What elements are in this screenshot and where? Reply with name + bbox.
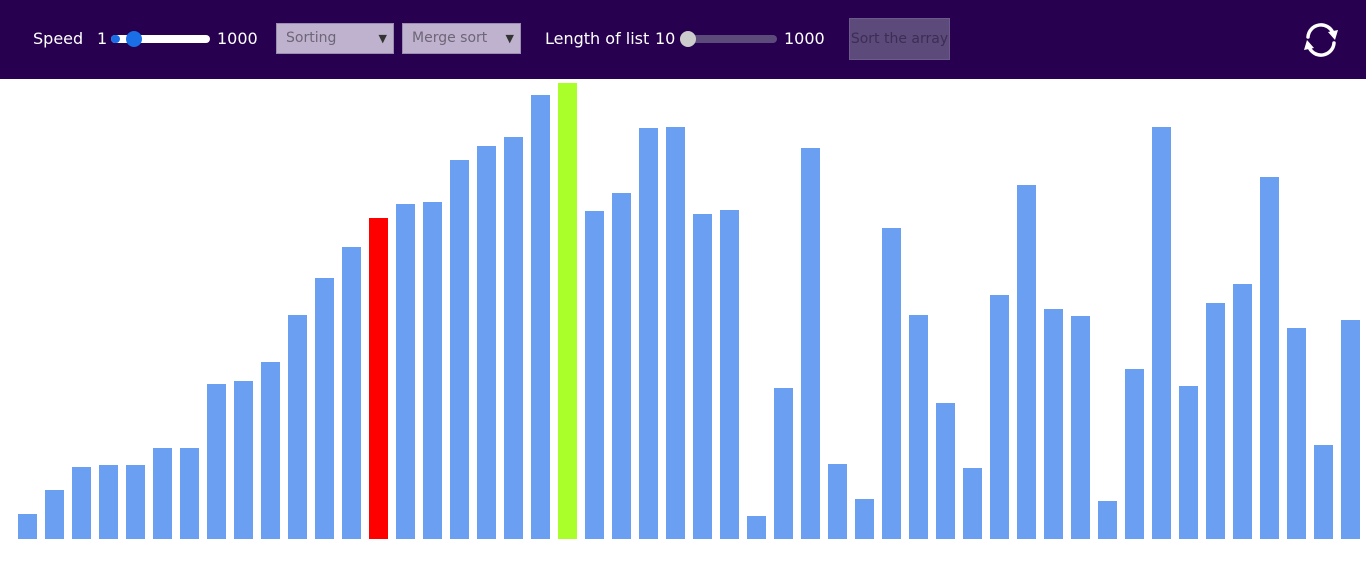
- speed-slider-fill: [111, 35, 120, 43]
- length-min-label: 10: [655, 29, 676, 48]
- length-label: Length of list: [545, 29, 650, 48]
- bar-0: [18, 514, 37, 539]
- bar-19: [531, 95, 550, 539]
- bar-48: [1314, 445, 1333, 539]
- bar-32: [882, 228, 901, 539]
- bar-36: [990, 295, 1009, 539]
- bar-5: [153, 448, 172, 539]
- bar-9: [261, 362, 280, 539]
- chevron-down-icon: ▼: [378, 32, 387, 45]
- bar-47: [1287, 328, 1306, 539]
- bar-45: [1233, 284, 1252, 539]
- bar-21: [585, 211, 604, 539]
- bar-30: [828, 464, 847, 539]
- length-max-label: 1000: [784, 29, 825, 48]
- bar-13: [369, 218, 388, 539]
- speed-min-label: 1: [97, 29, 108, 48]
- bar-38: [1044, 309, 1063, 539]
- sort-button[interactable]: Sort the array: [849, 18, 950, 60]
- algorithm-type-select[interactable]: Sorting ▼: [276, 23, 394, 54]
- bar-10: [288, 315, 307, 539]
- bar-17: [477, 146, 496, 539]
- bar-23: [639, 128, 658, 539]
- bar-33: [909, 315, 928, 539]
- bar-31: [855, 499, 874, 539]
- bar-2: [72, 467, 91, 539]
- length-slider-thumb[interactable]: [680, 31, 696, 47]
- bar-8: [234, 381, 253, 539]
- bar-chart: [18, 83, 1360, 539]
- bar-42: [1152, 127, 1171, 539]
- bar-25: [693, 214, 712, 539]
- algorithm-select[interactable]: Merge sort ▼: [402, 23, 521, 54]
- chevron-down-icon: ▼: [505, 32, 514, 45]
- bar-49: [1341, 320, 1360, 539]
- speed-max-label: 1000: [217, 29, 258, 48]
- bar-7: [207, 384, 226, 539]
- bar-20: [558, 83, 577, 539]
- bar-14: [396, 204, 415, 539]
- bar-22: [612, 193, 631, 539]
- bar-18: [504, 137, 523, 539]
- bar-1: [45, 490, 64, 539]
- bar-12: [342, 247, 361, 539]
- bar-41: [1125, 369, 1144, 539]
- bar-15: [423, 202, 442, 539]
- algorithm-value: Merge sort: [412, 30, 488, 46]
- bar-4: [126, 465, 145, 539]
- bar-44: [1206, 303, 1225, 539]
- bar-27: [747, 516, 766, 539]
- speed-slider-thumb[interactable]: [125, 31, 142, 47]
- refresh-icon[interactable]: [1300, 19, 1342, 61]
- refresh-icon-svg: [1304, 23, 1338, 57]
- top-toolbar: Speed 1 1000 Sorting ▼ Merge sort ▼ Leng…: [0, 0, 1366, 79]
- bar-46: [1260, 177, 1279, 539]
- bar-3: [99, 465, 118, 539]
- bar-28: [774, 388, 793, 539]
- bar-26: [720, 210, 739, 539]
- bar-29: [801, 148, 820, 539]
- bar-11: [315, 278, 334, 539]
- bar-6: [180, 448, 199, 539]
- bar-40: [1098, 501, 1117, 539]
- bar-24: [666, 127, 685, 539]
- bar-16: [450, 160, 469, 539]
- bar-39: [1071, 316, 1090, 539]
- bar-35: [963, 468, 982, 539]
- bar-34: [936, 403, 955, 539]
- bar-43: [1179, 386, 1198, 539]
- algorithm-type-value: Sorting: [286, 30, 337, 46]
- speed-label: Speed: [33, 29, 84, 48]
- bar-37: [1017, 185, 1036, 539]
